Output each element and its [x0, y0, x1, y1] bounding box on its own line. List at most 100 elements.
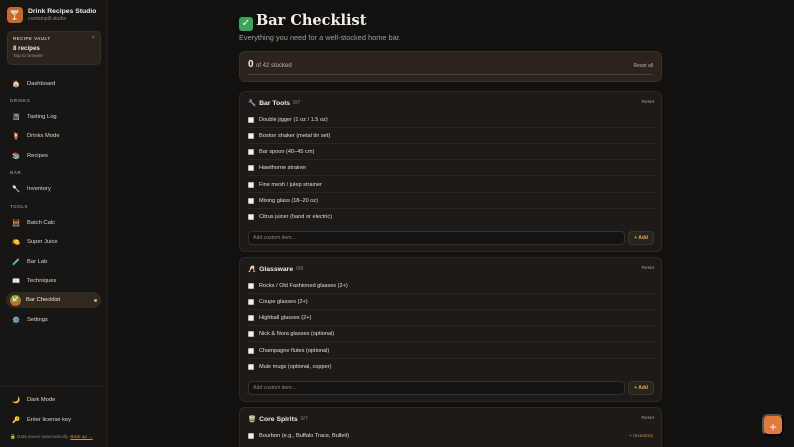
checkbox[interactable]	[248, 116, 254, 123]
add-item-button[interactable]: + Add	[628, 381, 654, 395]
sidebar-item-inventory[interactable]: 🥄 Inventory	[6, 181, 101, 197]
custom-item-input[interactable]	[248, 231, 625, 245]
backup-link[interactable]: Back up →	[70, 434, 92, 439]
sidebar-item-batch-calc[interactable]: 🧮 Batch Calc	[6, 215, 101, 231]
page-title-text: Bar Checklist	[256, 12, 367, 29]
sidebar-item-label: Bar Lab	[27, 259, 48, 265]
checklist-item[interactable]: Coupe glasses (2+)	[248, 294, 655, 310]
reset-all-button[interactable]: Reset all	[634, 63, 653, 69]
checkbox[interactable]	[248, 164, 254, 171]
checkbox[interactable]	[248, 197, 254, 204]
section-title: Glassware	[259, 265, 294, 273]
checkbox[interactable]	[248, 132, 254, 139]
checklist-item[interactable]: Hawthorne strainer	[248, 160, 655, 176]
stocked-total: of 42 stocked	[256, 63, 292, 69]
license-key-button[interactable]: 🔑 Enter license key	[6, 412, 101, 428]
add-fab-button[interactable]: +	[762, 414, 784, 436]
section-count: 0/7	[292, 100, 301, 106]
section-reset-button[interactable]: Reset	[641, 266, 654, 271]
checklist-item[interactable]: Highball glasses (2+)	[248, 310, 655, 326]
item-label: Boston shaker (metal tin set)	[259, 132, 331, 139]
sidebar-item-label: Settings	[27, 317, 48, 323]
section-bar-tools: 🔧 Bar Tools 0/7 Reset Double jigger (1 o…	[239, 91, 662, 252]
checkbox[interactable]	[248, 314, 254, 321]
sidebar-item-super-juice[interactable]: 🍋 Super Juice	[6, 234, 101, 250]
page-subtitle: Everything you need for a well-stocked h…	[239, 33, 401, 42]
active-indicator	[94, 298, 97, 302]
checklist-item[interactable]: Fine mesh / julep strainer	[248, 177, 655, 193]
sidebar-item-tasting-log[interactable]: 📓 Tasting Log	[6, 109, 101, 125]
checklist-item[interactable]: Rocks / Old Fashioned glasses (2+)	[248, 278, 655, 294]
add-item-button[interactable]: + Add	[628, 231, 654, 245]
sidebar-item-label: Super Juice	[27, 239, 58, 245]
sidebar-item-settings[interactable]: ⚙️ Settings	[6, 312, 101, 328]
vault-count: 8 recipes	[13, 45, 40, 52]
item-label: Bar spoon (40–45 cm)	[259, 148, 315, 155]
item-label: Hawthorne strainer	[259, 164, 307, 171]
dark-mode-label: Dark Mode	[27, 397, 56, 403]
stocked-count: 0	[248, 59, 254, 70]
checklist-item[interactable]: Nick & Nora glasses (optional)	[248, 326, 655, 342]
checkbox[interactable]	[248, 364, 254, 370]
checkbox[interactable]	[248, 282, 254, 289]
brand-name: Drink Recipes Studio	[28, 8, 97, 15]
section-label-bar: BAR	[10, 170, 22, 175]
sidebar-item-label: Inventory	[27, 186, 51, 192]
item-label: Double jigger (1 oz / 1.5 oz)	[259, 116, 328, 123]
lock-icon: 🔒	[10, 434, 16, 439]
open-book-icon: 📖	[11, 278, 21, 285]
add-to-inventory-link[interactable]: + Inventory	[629, 434, 653, 439]
item-label: Mule mugs (optional, copper)	[259, 364, 332, 370]
checklist-item[interactable]: Boston shaker (metal tin set)	[248, 128, 655, 144]
checklist-item[interactable]: Mule mugs (optional, copper)	[248, 359, 655, 375]
wrench-icon: 🔧	[248, 100, 257, 107]
checkbox[interactable]	[248, 181, 254, 188]
item-label: Coupe glasses (2+)	[259, 298, 308, 305]
recipe-vault-card[interactable]: RECIPE VAULT × 8 recipes Tap to browse	[7, 31, 101, 65]
section-label-tools: TOOLS	[10, 204, 29, 209]
sidebar-item-drinks-mode[interactable]: 🍹 Drinks Mode	[6, 128, 101, 144]
checkbox[interactable]	[248, 214, 254, 220]
checkbox[interactable]	[248, 148, 254, 155]
lemon-icon: 🍋	[11, 239, 21, 246]
item-label: Highball glasses (2+)	[259, 314, 312, 321]
sidebar-item-label: Drinks Mode	[27, 133, 60, 139]
checkbox[interactable]	[248, 298, 254, 305]
section-reset-button[interactable]: Reset	[641, 100, 654, 105]
dark-mode-toggle[interactable]: 🌙 Dark Mode	[6, 392, 101, 408]
sidebar-item-bar-checklist[interactable]: ✅ Bar Checklist	[6, 292, 101, 308]
checklist-item[interactable]: Mixing glass (18–20 oz)	[248, 193, 655, 209]
section-title: Core Spirits	[259, 415, 298, 423]
checklist-item[interactable]: Bar spoon (40–45 cm)	[248, 144, 655, 160]
check-mark-icon: ✓	[239, 17, 253, 31]
custom-item-input[interactable]	[248, 381, 625, 395]
add-custom-item-row: + Add	[248, 231, 654, 245]
section-reset-button[interactable]: Reset	[641, 416, 654, 421]
checkbox[interactable]	[248, 347, 254, 354]
sidebar-item-label: Techniques	[27, 278, 57, 284]
vault-hint: Tap to browse	[13, 54, 43, 59]
abacus-icon: 🧮	[11, 220, 21, 227]
brand[interactable]: 🍸 Drink Recipes Studio containpill.studi…	[7, 7, 96, 23]
checkbox[interactable]	[248, 330, 254, 337]
sidebar-item-recipes[interactable]: 📚 Recipes	[6, 148, 101, 164]
section-glassware: 🥂 Glassware 0/6 Reset Rocks / Old Fashio…	[239, 257, 662, 402]
section-title: Bar Tools	[259, 99, 290, 107]
checklist-item[interactable]: Bourbon (e.g., Buffalo Trace, Bulleit) + …	[248, 428, 655, 444]
sidebar-item-dashboard[interactable]: 🏠 Dashboard	[6, 76, 101, 92]
progress-card: 0 of 42 stocked Reset all	[239, 51, 662, 82]
close-icon[interactable]: ×	[91, 35, 95, 41]
books-icon: 📚	[11, 153, 21, 160]
checkbox[interactable]	[248, 433, 254, 439]
sidebar-item-techniques[interactable]: 📖 Techniques	[6, 273, 101, 289]
item-label: Nick & Nora glasses (optional)	[259, 330, 335, 337]
sidebar-item-bar-lab[interactable]: 🧪 Bar Lab	[6, 254, 101, 270]
spoon-icon: 🥄	[11, 186, 21, 193]
checklist-item[interactable]: Citrus juicer (hand or electric)	[248, 209, 655, 225]
gear-icon: ⚙️	[11, 317, 21, 324]
item-label: Rocks / Old Fashioned glasses (2+)	[259, 282, 348, 289]
checklist-item[interactable]: Double jigger (1 oz / 1.5 oz)	[248, 112, 655, 128]
sidebar-divider	[0, 386, 108, 387]
checklist-item[interactable]: Champagne flutes (optional)	[248, 343, 655, 359]
progress-bar	[248, 73, 653, 75]
